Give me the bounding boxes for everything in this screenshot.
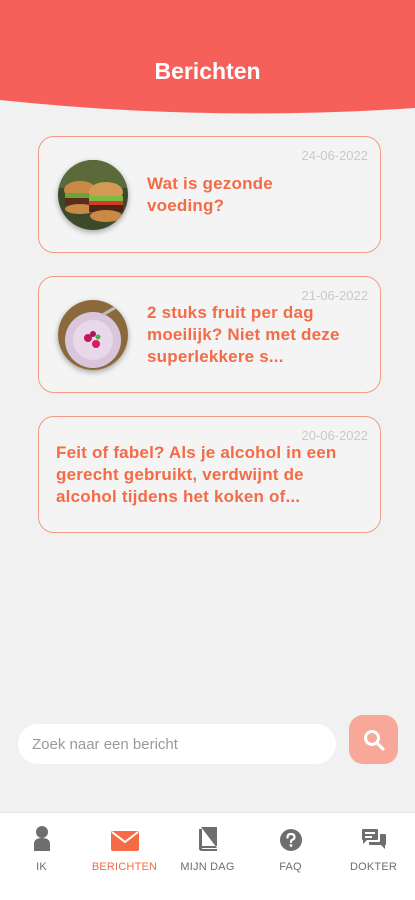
nav-label: DOKTER xyxy=(349,861,398,873)
search-button[interactable] xyxy=(349,715,398,764)
bottom-nav: IK BERICHTEN MIJN DAG FAQ DOKTER xyxy=(0,812,415,900)
message-title: 2 stuks fruit per dag moeilijk? Niet met… xyxy=(147,303,340,366)
nav-item-faq[interactable]: FAQ xyxy=(249,813,332,900)
nav-item-dokter[interactable]: DOKTER xyxy=(332,813,415,900)
message-date: 24-06-2022 xyxy=(301,148,369,163)
person-icon xyxy=(33,826,50,851)
nav-label: MIJN DAG xyxy=(180,861,235,873)
nav-item-mijn-dag[interactable]: MIJN DAG xyxy=(166,813,249,900)
message-card[interactable]: 24-06-2022 Wat is gezonde voeding? xyxy=(38,136,381,253)
chat-icon xyxy=(361,829,386,849)
question-icon xyxy=(279,829,302,851)
burger-photo xyxy=(58,160,128,230)
search-icon xyxy=(363,729,385,751)
message-card[interactable]: 20-06-2022 Feit of fabel? Als je alcohol… xyxy=(38,416,381,533)
message-date: 20-06-2022 xyxy=(301,428,369,443)
smoothie-photo xyxy=(58,300,128,370)
header: Berichten xyxy=(0,0,415,118)
page-title: Berichten xyxy=(154,58,261,84)
message-title: Wat is gezonde voeding? xyxy=(147,174,273,215)
nav-item-berichten[interactable]: BERICHTEN xyxy=(83,813,166,900)
message-card[interactable]: 21-06-2022 2 stuks fruit per dag moeilij… xyxy=(38,276,381,393)
message-title: Feit of fabel? Als je alcohol in een ger… xyxy=(56,443,337,506)
envelope-icon xyxy=(110,831,139,851)
search-input[interactable] xyxy=(18,724,336,764)
book-icon xyxy=(198,827,217,851)
nav-item-ik[interactable]: IK xyxy=(0,813,83,900)
message-date: 21-06-2022 xyxy=(301,288,369,303)
nav-label: FAQ xyxy=(279,861,302,873)
nav-label: BERICHTEN xyxy=(91,861,158,873)
search-bar xyxy=(0,715,415,775)
nav-label: IK xyxy=(36,861,47,873)
